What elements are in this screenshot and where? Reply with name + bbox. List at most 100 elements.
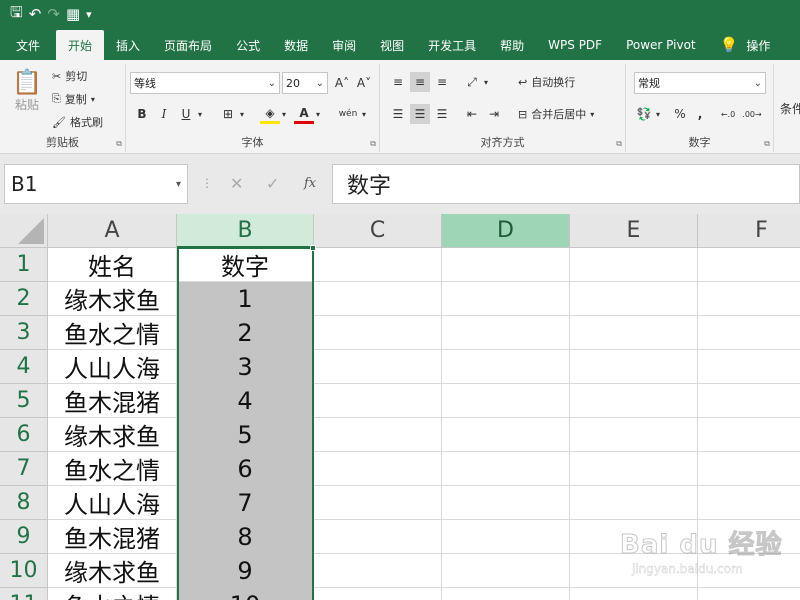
cell-a[interactable]: 鱼水之情 <box>48 452 177 486</box>
increase-indent-icon[interactable]: ⇥ <box>484 104 504 124</box>
empty-cell[interactable] <box>314 418 442 452</box>
cell-a[interactable]: 缘木求鱼 <box>48 282 177 316</box>
cell-b[interactable]: 1 <box>177 282 314 316</box>
empty-cell[interactable] <box>570 520 698 554</box>
empty-cell[interactable] <box>698 520 800 554</box>
empty-cell[interactable] <box>442 554 570 588</box>
italic-button[interactable]: I <box>154 104 174 124</box>
phonetic-icon[interactable]: wén <box>338 104 358 124</box>
chevron-down-icon[interactable]: ▾ <box>236 104 248 124</box>
decrease-decimal-icon[interactable]: .00→ <box>742 104 762 124</box>
empty-cell[interactable] <box>314 384 442 418</box>
cell-b[interactable]: 8 <box>177 520 314 554</box>
empty-cell[interactable] <box>314 486 442 520</box>
empty-cell[interactable] <box>442 248 570 282</box>
empty-cell[interactable] <box>314 520 442 554</box>
empty-cell[interactable] <box>442 520 570 554</box>
merge-center-button[interactable]: ⊟ 合并后居中 ▾ <box>518 106 594 122</box>
empty-cell[interactable] <box>698 588 800 600</box>
enter-icon[interactable]: ✓ <box>266 174 279 193</box>
undo-icon[interactable]: ↶ <box>29 2 42 26</box>
cell-a[interactable]: 缘木求鱼 <box>48 418 177 452</box>
empty-cell[interactable] <box>570 588 698 600</box>
row-header[interactable]: 11 <box>0 588 48 600</box>
empty-cell[interactable] <box>698 384 800 418</box>
empty-cell[interactable] <box>570 248 698 282</box>
row-header[interactable]: 4 <box>0 350 48 384</box>
comma-style-button[interactable]: , <box>690 104 710 124</box>
cell-a[interactable]: 鱼木混猪 <box>48 520 177 554</box>
tab-help[interactable]: 帮助 <box>488 30 536 60</box>
cell-a[interactable]: 鱼水之情 <box>48 316 177 350</box>
tab-wps-pdf[interactable]: WPS PDF <box>536 30 614 60</box>
row-header[interactable]: 7 <box>0 452 48 486</box>
formula-bar-grip[interactable]: ⋮ <box>201 176 213 190</box>
chevron-down-icon[interactable]: ▾ <box>358 104 370 124</box>
align-middle-icon[interactable]: ≡ <box>410 72 430 92</box>
tab-home[interactable]: 开始 <box>56 30 105 60</box>
paste-button[interactable]: 📋 粘贴 <box>10 68 44 126</box>
chevron-down-icon[interactable]: ▾ <box>312 104 324 124</box>
cell-a[interactable]: 鱼水之情 <box>48 588 177 600</box>
empty-cell[interactable] <box>570 350 698 384</box>
cancel-icon[interactable]: ✕ <box>230 174 243 193</box>
empty-cell[interactable] <box>698 486 800 520</box>
cut-button[interactable]: ✂ 剪切 <box>52 68 87 84</box>
chevron-down-icon[interactable]: ▾ <box>194 104 206 124</box>
empty-cell[interactable] <box>698 316 800 350</box>
tell-me-search[interactable]: 操作 <box>742 30 770 60</box>
empty-cell[interactable] <box>570 316 698 350</box>
insert-function-icon[interactable]: fx <box>304 176 316 191</box>
underline-button[interactable]: U <box>176 104 196 124</box>
cell-a[interactable]: 缘木求鱼 <box>48 554 177 588</box>
cell-b[interactable]: 3 <box>177 350 314 384</box>
row-header[interactable]: 10 <box>0 554 48 588</box>
align-left-icon[interactable]: ☰ <box>388 104 408 124</box>
tab-review[interactable]: 审阅 <box>320 30 368 60</box>
empty-cell[interactable] <box>442 350 570 384</box>
tab-insert[interactable]: 插入 <box>104 30 152 60</box>
row-header[interactable]: 3 <box>0 316 48 350</box>
orientation-icon[interactable]: ⤢ <box>462 72 482 92</box>
cell-b[interactable]: 6 <box>177 452 314 486</box>
empty-cell[interactable] <box>314 588 442 600</box>
font-name-select[interactable]: 等线 ⌄ <box>130 72 280 94</box>
cell-b[interactable]: 2 <box>177 316 314 350</box>
row-header[interactable]: 8 <box>0 486 48 520</box>
font-size-select[interactable]: 20 ⌄ <box>282 72 328 94</box>
empty-cell[interactable] <box>314 452 442 486</box>
chevron-down-icon[interactable]: ▾ <box>176 179 181 190</box>
chevron-down-icon[interactable]: ▾ <box>91 95 95 104</box>
empty-cell[interactable] <box>442 282 570 316</box>
dialog-launcher-icon[interactable]: ⧉ <box>370 139 376 149</box>
empty-cell[interactable] <box>570 282 698 316</box>
empty-cell[interactable] <box>570 452 698 486</box>
conditional-format-button[interactable]: 条件 <box>780 100 800 117</box>
chevron-down-icon[interactable]: ▾ <box>480 72 492 92</box>
format-painter-button[interactable]: 🖌 格式刷 <box>52 114 103 130</box>
percent-style-button[interactable]: % <box>670 104 690 124</box>
shrink-font-button[interactable]: A˅ <box>354 73 374 93</box>
cell-a[interactable]: 人山人海 <box>48 350 177 384</box>
empty-cell[interactable] <box>442 588 570 600</box>
cell-b[interactable]: 9 <box>177 554 314 588</box>
cell-a[interactable]: 人山人海 <box>48 486 177 520</box>
empty-cell[interactable] <box>698 418 800 452</box>
name-box[interactable]: B1 ▾ <box>4 164 188 204</box>
borders-icon[interactable]: ⊞ <box>218 104 238 124</box>
tab-data[interactable]: 数据 <box>272 30 320 60</box>
row-header[interactable]: 6 <box>0 418 48 452</box>
row-header[interactable]: 2 <box>0 282 48 316</box>
lightbulb-icon[interactable]: 💡 <box>708 30 743 60</box>
empty-cell[interactable] <box>698 350 800 384</box>
cell-b[interactable]: 7 <box>177 486 314 520</box>
cell-b[interactable]: 4 <box>177 384 314 418</box>
formula-input[interactable]: 数字 <box>332 164 800 204</box>
layout-icon[interactable]: ▦ <box>66 2 80 26</box>
column-header-a[interactable]: A <box>48 214 177 248</box>
row-header[interactable]: 9 <box>0 520 48 554</box>
column-header-d[interactable]: D <box>442 214 570 248</box>
tab-developer[interactable]: 开发工具 <box>416 30 488 60</box>
empty-cell[interactable] <box>442 384 570 418</box>
chevron-down-icon[interactable]: ▾ <box>278 104 290 124</box>
